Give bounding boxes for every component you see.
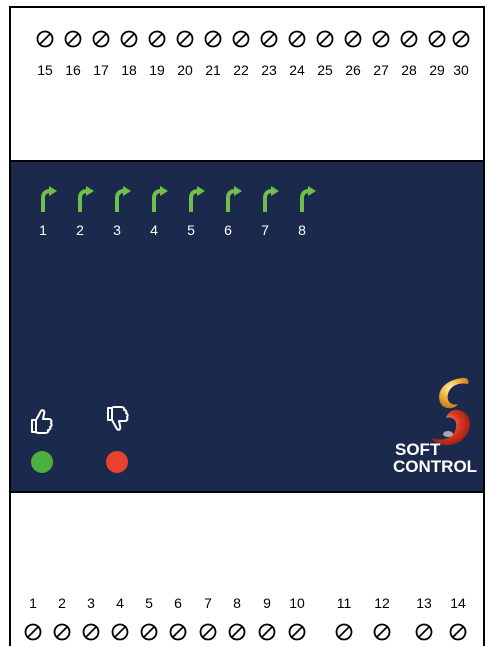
terminal-screw-7 xyxy=(199,623,217,641)
terminal-screw-9 xyxy=(258,623,276,641)
terminal-screw-21 xyxy=(204,30,222,48)
terminal-screw-11 xyxy=(335,623,353,641)
terminal-number-10: 10 xyxy=(289,595,305,611)
terminal-number-20: 20 xyxy=(177,62,193,78)
terminal-screw-27 xyxy=(372,30,390,48)
terminal-number-5: 5 xyxy=(145,595,153,611)
terminal-screw-4 xyxy=(111,623,129,641)
terminal-screw-25 xyxy=(316,30,334,48)
terminal-number-21: 21 xyxy=(205,62,221,78)
terminal-number-6: 6 xyxy=(174,595,182,611)
terminal-number-8: 8 xyxy=(233,595,241,611)
terminal-screw-14 xyxy=(449,623,467,641)
terminal-screw-19 xyxy=(148,30,166,48)
relay-arrow-icon xyxy=(39,186,59,212)
logo-text-soft: SOFT xyxy=(395,440,441,459)
terminal-screw-13 xyxy=(415,623,433,641)
terminal-number-2: 2 xyxy=(58,595,66,611)
terminal-screw-30 xyxy=(452,30,470,48)
relay-number-7: 7 xyxy=(261,222,269,238)
relay-arrow-icon xyxy=(150,186,170,212)
terminal-number-7: 7 xyxy=(204,595,212,611)
terminal-screw-22 xyxy=(232,30,250,48)
thumbs-down-icon xyxy=(103,404,133,434)
terminal-screw-12 xyxy=(373,623,391,641)
terminal-screw-15 xyxy=(36,30,54,48)
terminal-number-12: 12 xyxy=(374,595,390,611)
terminal-number-25: 25 xyxy=(317,62,333,78)
terminal-number-23: 23 xyxy=(261,62,277,78)
relay-number-2: 2 xyxy=(76,222,84,238)
terminal-number-26: 26 xyxy=(345,62,361,78)
relay-number-1: 1 xyxy=(39,222,47,238)
terminal-number-28: 28 xyxy=(401,62,417,78)
terminal-screw-6 xyxy=(169,623,187,641)
terminal-screw-23 xyxy=(260,30,278,48)
relay-number-8: 8 xyxy=(298,222,306,238)
logo-text-control: CONTROL xyxy=(393,457,478,476)
terminal-screw-26 xyxy=(344,30,362,48)
terminal-screw-10 xyxy=(288,623,306,641)
terminal-screw-20 xyxy=(176,30,194,48)
terminal-screw-3 xyxy=(82,623,100,641)
relay-arrow-icon xyxy=(224,186,244,212)
terminal-number-13: 13 xyxy=(416,595,432,611)
terminal-number-9: 9 xyxy=(263,595,271,611)
terminal-screw-1 xyxy=(24,623,42,641)
terminal-screw-5 xyxy=(140,623,158,641)
relay-arrow-icon xyxy=(76,186,96,212)
relay-arrow-icon xyxy=(187,186,207,212)
relay-number-4: 4 xyxy=(150,222,158,238)
terminal-number-30: 30 xyxy=(453,62,469,78)
relay-arrow-icon xyxy=(298,186,318,212)
terminal-number-11: 11 xyxy=(336,595,352,611)
terminal-number-24: 24 xyxy=(289,62,305,78)
terminal-screw-18 xyxy=(120,30,138,48)
terminal-screw-28 xyxy=(400,30,418,48)
terminal-number-15: 15 xyxy=(37,62,53,78)
terminal-number-29: 29 xyxy=(429,62,445,78)
relay-arrow-icon xyxy=(113,186,133,212)
terminal-screw-29 xyxy=(428,30,446,48)
relay-arrow-icon xyxy=(261,186,281,212)
terminal-number-27: 27 xyxy=(373,62,389,78)
terminal-number-4: 4 xyxy=(116,595,124,611)
relay-number-3: 3 xyxy=(113,222,121,238)
terminal-number-3: 3 xyxy=(87,595,95,611)
fault-status-led xyxy=(106,451,128,473)
ok-status-led xyxy=(31,451,53,473)
terminal-screw-2 xyxy=(53,623,71,641)
terminal-screw-16 xyxy=(64,30,82,48)
terminal-screw-17 xyxy=(92,30,110,48)
thumbs-up-icon xyxy=(27,406,57,436)
terminal-number-17: 17 xyxy=(93,62,109,78)
relay-number-5: 5 xyxy=(187,222,195,238)
terminal-number-22: 22 xyxy=(233,62,249,78)
terminal-screw-24 xyxy=(288,30,306,48)
terminal-number-19: 19 xyxy=(149,62,165,78)
terminal-number-18: 18 xyxy=(121,62,137,78)
terminal-number-16: 16 xyxy=(65,62,81,78)
relay-number-6: 6 xyxy=(224,222,232,238)
terminal-number-1: 1 xyxy=(29,595,37,611)
terminal-screw-8 xyxy=(228,623,246,641)
terminal-number-14: 14 xyxy=(450,595,466,611)
